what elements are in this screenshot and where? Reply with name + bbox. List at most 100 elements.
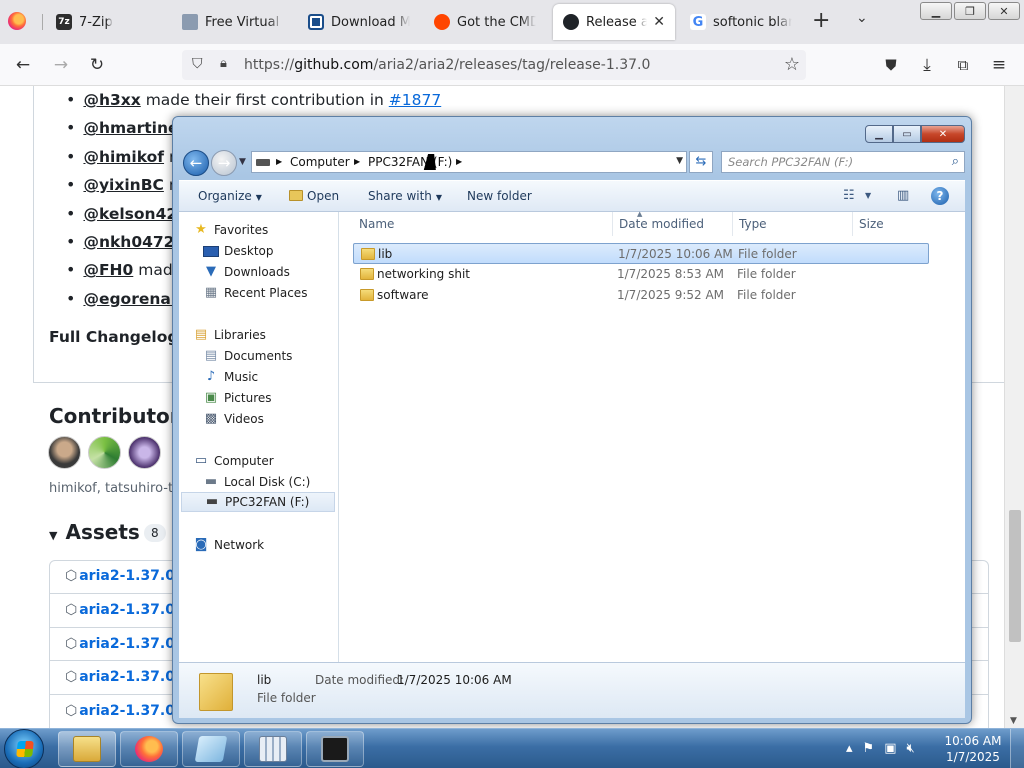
forward-icon[interactable]: →: [50, 54, 72, 76]
file-row-lib[interactable]: lib 1/7/2025 10:06 AM File folder: [353, 243, 929, 264]
network-icon[interactable]: ▣: [884, 741, 896, 756]
scrollbar-thumb[interactable]: [1009, 510, 1021, 642]
page-scrollbar[interactable]: ▼: [1004, 86, 1024, 728]
tab-reddit[interactable]: Got the CMD c: [424, 4, 546, 40]
taskbar-firefox[interactable]: [120, 731, 178, 767]
taskbar-explorer[interactable]: [58, 731, 116, 767]
breadcrumb-chevron-icon[interactable]: ▶: [276, 157, 282, 166]
nav-favorites[interactable]: ★ Favorites: [193, 220, 268, 240]
nav-music[interactable]: ♪ Music: [203, 367, 258, 387]
list-all-tabs-button[interactable]: ⌄: [856, 10, 868, 26]
address-history-dropdown-icon[interactable]: ▼: [676, 156, 683, 166]
nav-network[interactable]: ◙ Network: [193, 535, 264, 555]
recent-pages-dropdown-icon[interactable]: ▼: [239, 157, 246, 167]
explorer-address-bar[interactable]: ▶ Computer ▶ PPC32FAN (F:) ▶ ▼: [251, 151, 687, 173]
taskbar-app[interactable]: [182, 731, 240, 767]
file-row-software[interactable]: software 1/7/2025 9:52 AM File folder: [353, 285, 929, 306]
minimize-button[interactable]: ▁: [865, 125, 893, 143]
organize-button[interactable]: Organize ▼: [198, 189, 262, 203]
user-link[interactable]: @nkh0472: [83, 233, 174, 251]
close-button[interactable]: ✕: [988, 2, 1020, 20]
search-input[interactable]: Search PPC32FAN (F:) ⌕: [721, 151, 965, 173]
extensions-icon[interactable]: ⧉: [952, 54, 974, 76]
breadcrumb-drive[interactable]: PPC32FAN (F:): [368, 155, 452, 169]
start-button[interactable]: [4, 729, 44, 768]
tab-release-aria2[interactable]: Release aria2 ✕: [553, 4, 675, 40]
change-view-icon[interactable]: ☷: [843, 188, 855, 203]
user-link[interactable]: @himikof: [83, 148, 164, 166]
taskbar-command-prompt[interactable]: [306, 731, 364, 767]
taskbar-clock[interactable]: 10:06 AM 1/7/2025: [942, 733, 1004, 765]
pocket-icon[interactable]: ⛊: [880, 54, 902, 76]
show-hidden-icons[interactable]: ▴: [846, 741, 853, 756]
nav-pictures[interactable]: ▣ Pictures: [203, 388, 272, 408]
url-text[interactable]: https://github.com/aria2/aria2/releases/…: [244, 57, 650, 73]
reload-icon[interactable]: ↻: [86, 54, 108, 76]
tab-google-softonic[interactable]: G softonic blank: [680, 4, 802, 40]
menu-icon[interactable]: ≡: [988, 54, 1010, 76]
view-options-dropdown-icon[interactable]: ▼: [865, 191, 871, 200]
avatar[interactable]: [128, 436, 161, 469]
help-icon[interactable]: ?: [931, 187, 949, 205]
restore-button[interactable]: ❐: [954, 2, 986, 20]
action-center-flag-icon[interactable]: ⚑: [863, 741, 875, 756]
downloads-icon[interactable]: ⤓: [916, 54, 938, 76]
breadcrumb-chevron-icon[interactable]: ▶: [354, 157, 360, 166]
package-icon: ⬡: [65, 602, 78, 618]
close-button[interactable]: ✕: [921, 125, 965, 143]
bookmark-star-icon[interactable]: ☆: [784, 54, 800, 75]
file-row-networking-shit[interactable]: networking shit 1/7/2025 8:53 AM File fo…: [353, 264, 929, 285]
scroll-down-icon[interactable]: ▼: [1010, 716, 1017, 726]
open-button[interactable]: Open: [289, 189, 339, 203]
lock-icon[interactable]: 🔒︎: [220, 56, 227, 71]
column-header-name[interactable]: Name: [353, 212, 613, 236]
nav-local-disk[interactable]: ▬ Local Disk (C:): [203, 472, 310, 492]
user-link[interactable]: @egorenar: [83, 290, 178, 308]
back-button[interactable]: ←: [183, 150, 209, 176]
share-with-button[interactable]: Share with ▼: [368, 189, 442, 203]
search-icon[interactable]: ⌕: [952, 154, 959, 169]
nav-videos[interactable]: ▩ Videos: [203, 409, 264, 429]
column-header-size[interactable]: Size: [853, 212, 953, 236]
user-link[interactable]: @FH0: [83, 261, 133, 279]
nav-libraries[interactable]: ▤ Libraries: [193, 325, 266, 345]
minimize-button[interactable]: ▁: [920, 2, 952, 20]
column-header-type[interactable]: Type: [733, 212, 853, 236]
firefox-icon[interactable]: [8, 12, 26, 30]
browser-tab-bar: 7z 7-Zip Free Virtual Key Download Man G…: [0, 0, 1024, 44]
tab-download-manager[interactable]: Download Man: [298, 4, 420, 40]
nav-desktop[interactable]: Desktop: [203, 241, 274, 261]
column-header-date-modified[interactable]: Date modified: [613, 212, 733, 236]
tracking-protection-icon[interactable]: ⛉: [192, 56, 203, 72]
new-tab-button[interactable]: +: [812, 10, 830, 32]
address-bar[interactable]: ⛉ 🔒︎ https://github.com/aria2/aria2/rele…: [182, 50, 806, 80]
forward-button[interactable]: →: [211, 150, 237, 176]
show-desktop-button[interactable]: [1010, 729, 1024, 768]
avatar[interactable]: [88, 436, 121, 469]
volume-muted-icon[interactable]: 🔇︎: [906, 741, 914, 756]
back-icon[interactable]: ←: [12, 54, 34, 76]
nav-downloads[interactable]: ▼ Downloads: [203, 262, 290, 282]
tab-free-virtual-keyboard[interactable]: Free Virtual Key: [172, 4, 294, 40]
maximize-button[interactable]: ▭: [893, 125, 921, 143]
breadcrumb-chevron-icon[interactable]: ▶: [456, 157, 462, 166]
breadcrumb-computer[interactable]: Computer: [290, 155, 350, 169]
new-folder-button[interactable]: New folder: [467, 189, 532, 203]
nav-ppc32fan-drive[interactable]: ▬ PPC32FAN (F:): [181, 492, 335, 512]
refresh-button[interactable]: ⇆: [689, 151, 713, 173]
local-disk-icon: ▬: [204, 474, 218, 489]
network-icon: ◙: [194, 537, 208, 552]
assets-heading[interactable]: ▼ Assets: [49, 520, 140, 544]
nav-recent-places[interactable]: ▦ Recent Places: [203, 283, 308, 303]
close-tab-icon[interactable]: ✕: [653, 14, 665, 30]
nav-computer[interactable]: ▭ Computer: [193, 451, 274, 471]
user-link[interactable]: @yixinBC: [83, 176, 163, 194]
tab-7zip[interactable]: 7z 7-Zip: [46, 4, 168, 40]
user-link[interactable]: @kelson42: [83, 205, 177, 223]
nav-documents[interactable]: ▤ Documents: [203, 346, 293, 366]
pr-link[interactable]: #1877: [389, 91, 441, 109]
avatar[interactable]: [48, 436, 81, 469]
user-link[interactable]: @h3xx: [83, 91, 140, 109]
taskbar-calculator[interactable]: [244, 731, 302, 767]
preview-pane-icon[interactable]: ▥: [897, 188, 909, 203]
